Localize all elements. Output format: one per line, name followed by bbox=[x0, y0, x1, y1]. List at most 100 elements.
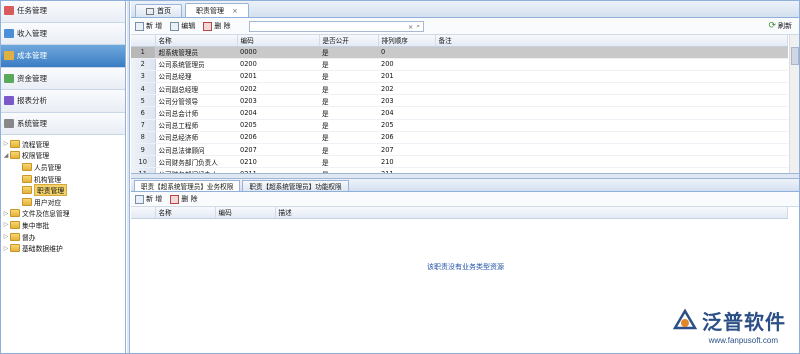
module-0[interactable]: 任务管理 bbox=[0, 0, 125, 23]
tree-item[interactable]: 职责管理 bbox=[0, 184, 125, 197]
table-cell: 是 bbox=[319, 131, 378, 145]
row-number: 8 bbox=[131, 131, 156, 145]
table-row[interactable]: 6 公司总会计师 0204 是 204 bbox=[131, 106, 788, 120]
folder-icon bbox=[22, 162, 32, 171]
folder-icon bbox=[10, 232, 20, 241]
table-cell: 201 bbox=[378, 70, 435, 84]
folder-icon bbox=[10, 209, 20, 218]
tab-function-permissions[interactable]: 职责【超系统管理员】功能权限 bbox=[242, 180, 349, 191]
table-row[interactable]: 5 公司分管领导 0203 是 203 bbox=[131, 94, 788, 108]
tree-item[interactable]: ▷ 文件及信息管理 bbox=[0, 208, 125, 220]
table-row[interactable]: 4 公司副总经理 0202 是 202 bbox=[131, 82, 788, 96]
tree-item[interactable]: ◢ 权限管理 bbox=[0, 150, 125, 162]
column-header[interactable]: 描述 bbox=[275, 207, 788, 219]
search-input[interactable]: × ⌕ bbox=[249, 21, 424, 32]
column-header[interactable]: 备注 bbox=[435, 35, 788, 47]
delete-button[interactable]: 删 除 bbox=[203, 21, 230, 31]
row-number: 3 bbox=[131, 70, 156, 84]
expand-toggle-icon[interactable]: ◢ bbox=[2, 152, 10, 159]
expand-toggle-icon[interactable]: ▷ bbox=[2, 221, 10, 228]
module-label: 收入管理 bbox=[17, 28, 47, 38]
tree-item[interactable]: ▷ 集中审批 bbox=[0, 219, 125, 231]
module-1[interactable]: 收入管理 bbox=[0, 22, 125, 45]
add-button[interactable]: 新 增 bbox=[135, 21, 162, 31]
row-number-header bbox=[131, 207, 156, 219]
folder-icon bbox=[10, 244, 20, 253]
folder-icon bbox=[22, 197, 32, 206]
clear-icon[interactable]: × bbox=[408, 23, 413, 31]
close-icon[interactable]: × bbox=[232, 7, 238, 15]
tab-business-permissions[interactable]: 职责【超系统管理员】业务权限 bbox=[134, 180, 241, 191]
column-header[interactable]: 编码 bbox=[237, 35, 320, 47]
table-cell: 211 bbox=[378, 167, 435, 173]
sub-add-label: 新 增 bbox=[146, 195, 163, 203]
table-cell: 203 bbox=[378, 94, 435, 108]
table-cell: 公司副总经理 bbox=[155, 82, 237, 96]
expand-toggle-icon[interactable]: ▷ bbox=[2, 245, 10, 252]
column-header[interactable]: 是否公开 bbox=[319, 35, 379, 47]
table-row[interactable]: 2 公司系统管理员 0200 是 200 bbox=[131, 58, 788, 71]
table-cell: 是 bbox=[319, 119, 378, 132]
tab-home[interactable]: 首页 bbox=[135, 4, 182, 17]
column-header[interactable]: 编码 bbox=[215, 207, 276, 219]
add-icon bbox=[135, 194, 144, 204]
column-header[interactable]: 名称 bbox=[155, 207, 216, 219]
vertical-scrollbar[interactable] bbox=[789, 35, 800, 173]
table-cell bbox=[435, 70, 788, 84]
expand-toggle-icon[interactable]: ▷ bbox=[2, 233, 10, 240]
table-cell: 是 bbox=[319, 155, 378, 169]
tree-item-label: 用户对应 bbox=[34, 198, 62, 207]
tree-item[interactable]: ▷ 督办 bbox=[0, 231, 125, 243]
column-header[interactable]: 排列顺序 bbox=[378, 35, 436, 47]
module-5[interactable]: 系统管理 bbox=[0, 112, 125, 135]
table-row[interactable]: 11公司财务部门经办人0211是211 bbox=[131, 167, 788, 173]
tab-role-management[interactable]: 职责管理 × bbox=[185, 3, 249, 17]
brand-logo-icon bbox=[672, 308, 698, 329]
tree-item[interactable]: 机构管理 bbox=[0, 173, 125, 185]
table-row[interactable]: 10 公司财务部门负责人 0210 是 210 bbox=[131, 155, 788, 169]
brand-logo: 泛普软件 bbox=[672, 306, 786, 335]
sub-tab-bar: 职责【超系统管理员】业务权限 职责【超系统管理员】功能权限 bbox=[131, 179, 800, 192]
sub-add-button[interactable]: 新 增 bbox=[135, 194, 162, 204]
table-row[interactable]: 3 公司总经理 0201 是 201 bbox=[131, 70, 788, 84]
table-cell: 0201 bbox=[237, 70, 319, 84]
module-label: 资金管理 bbox=[17, 73, 47, 83]
table-row[interactable]: 9 公司总法律顾问 0207 是 207 bbox=[131, 143, 788, 157]
tree-item-label: 职责管理 bbox=[34, 184, 68, 197]
table-row[interactable]: 1 超系统管理员 0000 是 0 bbox=[131, 46, 788, 59]
expand-toggle-icon[interactable]: ▷ bbox=[2, 210, 10, 217]
tree-item[interactable]: ▷ 基础数据维护 bbox=[0, 242, 125, 254]
scrollbar-thumb[interactable] bbox=[791, 47, 799, 65]
table-cell: 202 bbox=[378, 82, 435, 96]
table-cell: 0211 bbox=[237, 167, 319, 173]
table-cell bbox=[435, 143, 788, 157]
task-icon bbox=[4, 6, 14, 16]
refresh-button[interactable]: ⟳ 刷新 bbox=[768, 21, 792, 31]
main-panel: 首页 职责管理 × 新 增 编辑 删 除 × ⌕ ⟳ 刷新 名称 编码 是否公开 排列顺… bbox=[131, 0, 800, 354]
column-header[interactable]: 名称 bbox=[155, 35, 238, 47]
table-cell: 205 bbox=[378, 119, 435, 132]
module-label: 报表分析 bbox=[17, 96, 47, 106]
tree-item[interactable]: 用户对应 bbox=[0, 196, 125, 208]
table-cell: 0205 bbox=[237, 119, 319, 132]
panel-splitter[interactable] bbox=[127, 0, 130, 354]
table-row[interactable]: 7 公司总工程师 0205 是 205 bbox=[131, 119, 788, 132]
row-number: 9 bbox=[131, 143, 156, 157]
sub-delete-button[interactable]: 删 除 bbox=[170, 194, 197, 204]
tree-item-label: 基础数据维护 bbox=[22, 245, 63, 254]
tree-item[interactable]: 人员管理 bbox=[0, 161, 125, 173]
table-cell bbox=[435, 167, 788, 173]
search-icon[interactable]: ⌕ bbox=[416, 22, 420, 31]
module-label: 任务管理 bbox=[17, 6, 47, 16]
module-2[interactable]: 成本管理 bbox=[0, 45, 125, 68]
edit-button[interactable]: 编辑 bbox=[170, 21, 195, 31]
table-cell: 公司总会计师 bbox=[155, 106, 237, 120]
module-3[interactable]: 资金管理 bbox=[0, 67, 125, 90]
module-4[interactable]: 报表分析 bbox=[0, 90, 125, 113]
expand-toggle-icon[interactable]: ▷ bbox=[2, 140, 10, 147]
delete-button-label: 删 除 bbox=[214, 22, 231, 30]
table-row[interactable]: 8 公司总经济师 0206 是 206 bbox=[131, 131, 788, 145]
row-number: 5 bbox=[131, 94, 156, 108]
tree-item[interactable]: ▷ 流程管理 bbox=[0, 138, 125, 150]
table-cell: 0202 bbox=[237, 82, 319, 96]
